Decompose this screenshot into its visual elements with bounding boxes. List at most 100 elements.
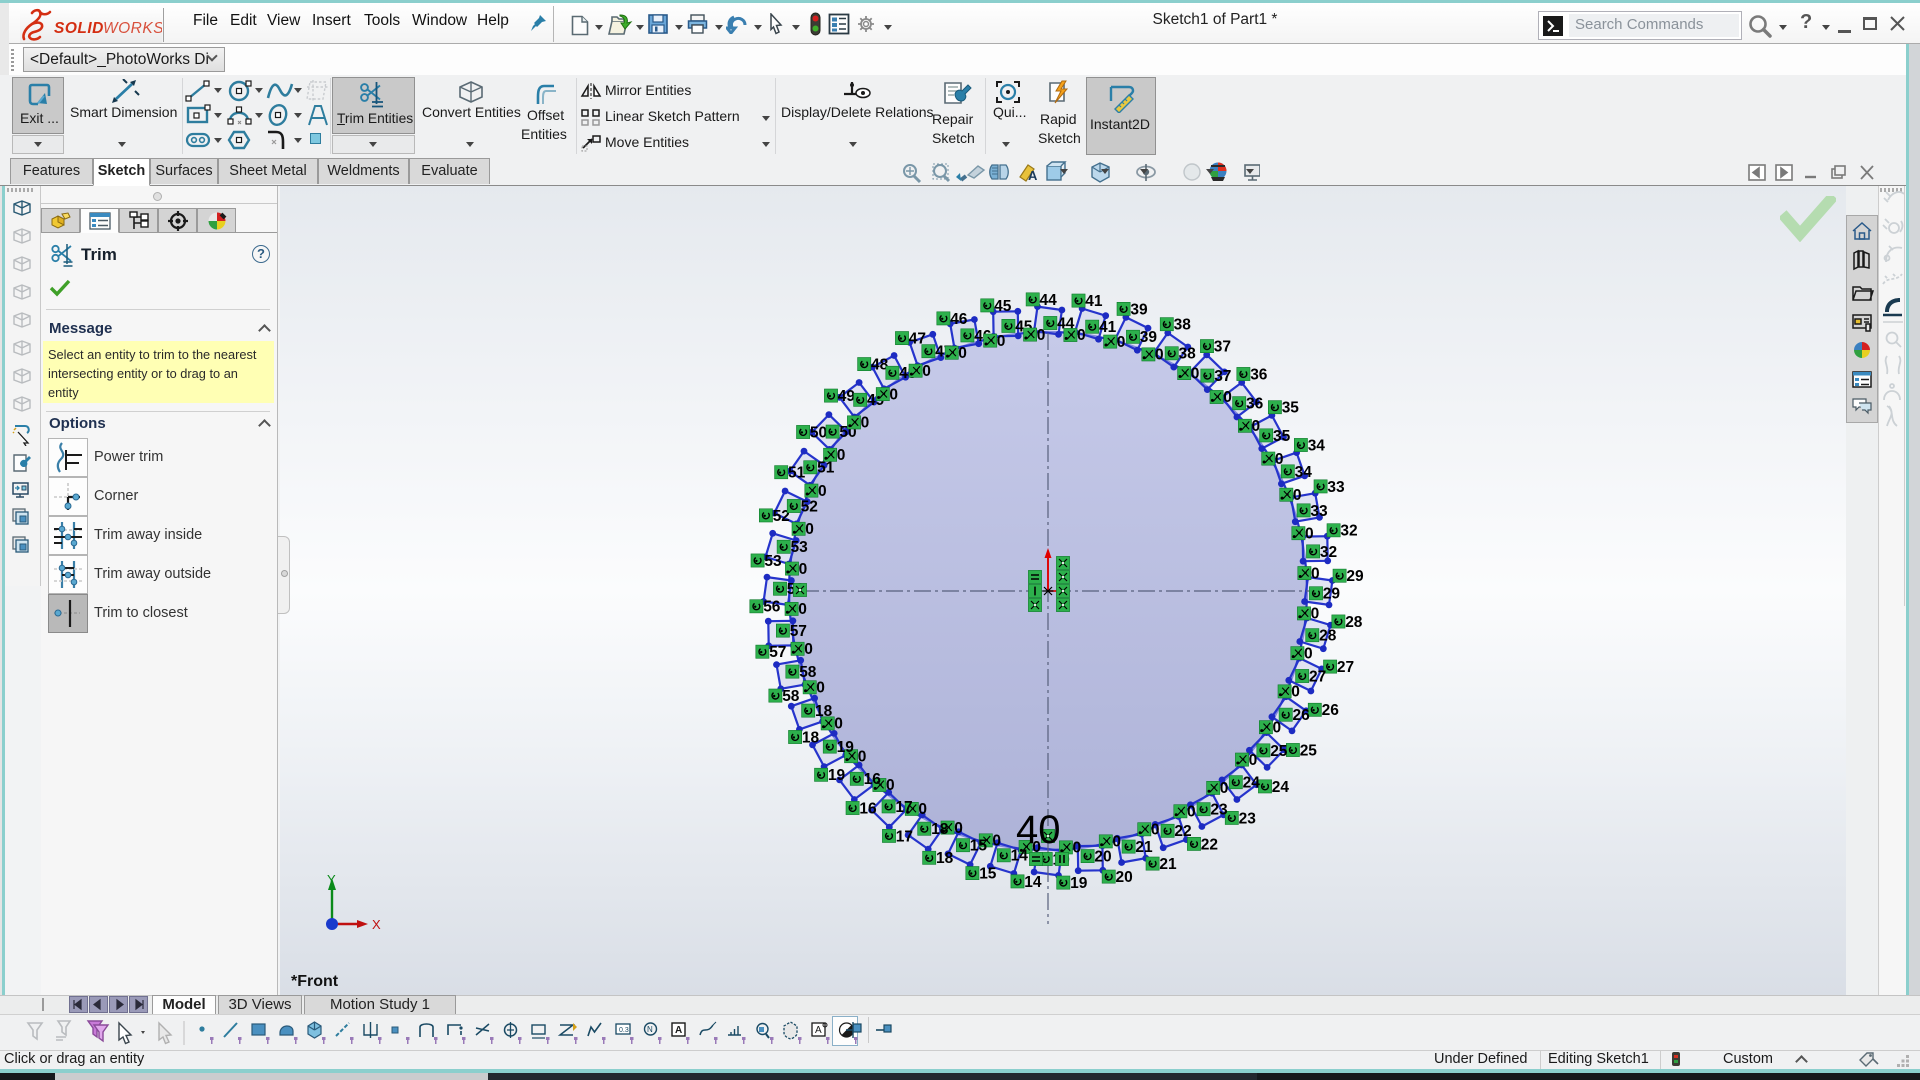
svg-text:0: 0 bbox=[858, 748, 867, 765]
svg-text:26: 26 bbox=[1293, 707, 1311, 724]
svg-text:0: 0 bbox=[1304, 645, 1313, 662]
svg-text:26: 26 bbox=[1322, 702, 1340, 719]
svg-text:0: 0 bbox=[1112, 834, 1121, 851]
svg-text:A: A bbox=[815, 1025, 822, 1036]
svg-text:41: 41 bbox=[1085, 293, 1103, 310]
svg-text:33: 33 bbox=[1310, 503, 1328, 520]
svg-text:14: 14 bbox=[1024, 874, 1042, 891]
svg-text:0: 0 bbox=[1117, 334, 1126, 351]
svg-text:0: 0 bbox=[1155, 347, 1164, 364]
svg-text:52: 52 bbox=[801, 498, 818, 515]
svg-text:58: 58 bbox=[782, 688, 800, 705]
svg-text:22: 22 bbox=[1201, 836, 1218, 853]
svg-text:41: 41 bbox=[1099, 319, 1117, 336]
svg-text:0: 0 bbox=[1305, 525, 1314, 542]
svg-text:19: 19 bbox=[1070, 875, 1088, 892]
svg-text:44: 44 bbox=[1040, 292, 1058, 309]
svg-text:0: 0 bbox=[1311, 565, 1320, 582]
svg-text:0: 0 bbox=[1293, 487, 1302, 504]
svg-text:SOLID: SOLID bbox=[54, 20, 104, 37]
svg-text:0: 0 bbox=[958, 345, 967, 362]
svg-text:46: 46 bbox=[950, 311, 968, 328]
svg-text:0: 0 bbox=[861, 415, 870, 432]
svg-text:27: 27 bbox=[1337, 659, 1354, 676]
svg-text:0: 0 bbox=[1037, 327, 1046, 344]
svg-text:36: 36 bbox=[1246, 396, 1264, 413]
svg-text:N: N bbox=[647, 1025, 653, 1034]
svg-text:23: 23 bbox=[1239, 810, 1257, 827]
svg-text:28: 28 bbox=[1345, 614, 1363, 631]
svg-text:0: 0 bbox=[1311, 606, 1320, 623]
svg-text:32: 32 bbox=[1320, 544, 1337, 561]
svg-text:53: 53 bbox=[791, 539, 809, 556]
svg-text:0: 0 bbox=[798, 601, 807, 618]
svg-text:53: 53 bbox=[764, 553, 782, 570]
svg-text:39: 39 bbox=[1140, 329, 1158, 346]
svg-text:X: X bbox=[372, 917, 381, 932]
svg-text:58: 58 bbox=[799, 664, 817, 681]
svg-text:18: 18 bbox=[936, 850, 954, 867]
svg-text:16: 16 bbox=[864, 771, 882, 788]
svg-text:40: 40 bbox=[1016, 808, 1061, 852]
svg-text:38: 38 bbox=[1174, 317, 1192, 334]
svg-text:0: 0 bbox=[918, 801, 927, 818]
svg-text:21: 21 bbox=[1135, 839, 1153, 856]
svg-text:18: 18 bbox=[931, 821, 949, 838]
svg-text:23: 23 bbox=[1210, 802, 1228, 819]
svg-text:33: 33 bbox=[1327, 479, 1345, 496]
svg-text:24: 24 bbox=[1272, 779, 1290, 796]
svg-text:0: 0 bbox=[805, 521, 814, 538]
svg-text:25: 25 bbox=[1300, 742, 1318, 759]
svg-text:0: 0 bbox=[992, 833, 1001, 850]
svg-text:29: 29 bbox=[1323, 586, 1341, 603]
svg-text:0: 0 bbox=[922, 363, 931, 380]
svg-text:A: A bbox=[1028, 168, 1038, 183]
svg-text:37: 37 bbox=[1214, 368, 1231, 385]
svg-text:0: 0 bbox=[997, 333, 1006, 350]
svg-text:17: 17 bbox=[895, 799, 912, 816]
svg-text:57: 57 bbox=[790, 623, 807, 640]
svg-text:28: 28 bbox=[1319, 628, 1337, 645]
svg-text:0: 0 bbox=[1151, 822, 1160, 839]
svg-text:34: 34 bbox=[1308, 437, 1326, 454]
svg-text:0: 0 bbox=[1249, 752, 1258, 769]
svg-text:0: 0 bbox=[1252, 418, 1261, 435]
svg-text:0: 0 bbox=[1220, 780, 1229, 797]
svg-text:0: 0 bbox=[1077, 327, 1086, 344]
svg-text:20: 20 bbox=[1094, 849, 1111, 866]
svg-text:WORKS: WORKS bbox=[103, 20, 162, 37]
svg-text:37: 37 bbox=[1214, 339, 1231, 356]
svg-text:56: 56 bbox=[763, 599, 781, 616]
svg-text:16: 16 bbox=[859, 800, 877, 817]
svg-text:27: 27 bbox=[1309, 668, 1326, 685]
svg-text:51: 51 bbox=[817, 460, 835, 477]
svg-text:29: 29 bbox=[1346, 568, 1364, 585]
svg-text:25: 25 bbox=[1270, 743, 1288, 760]
svg-text:57: 57 bbox=[769, 644, 786, 661]
svg-text:0: 0 bbox=[799, 561, 808, 578]
svg-text:21: 21 bbox=[1159, 856, 1177, 873]
svg-text:15: 15 bbox=[970, 838, 988, 855]
svg-text:0: 0 bbox=[889, 386, 898, 403]
svg-text:50: 50 bbox=[810, 424, 827, 441]
svg-text:49: 49 bbox=[838, 388, 856, 405]
svg-text:0: 0 bbox=[1073, 840, 1082, 857]
svg-text:0: 0 bbox=[886, 777, 895, 794]
svg-text:0: 0 bbox=[834, 716, 843, 733]
svg-text:0: 0 bbox=[837, 447, 846, 464]
svg-text:39: 39 bbox=[1130, 301, 1148, 318]
svg-text:0: 0 bbox=[1223, 389, 1232, 406]
svg-text:22: 22 bbox=[1174, 823, 1191, 840]
svg-text:19: 19 bbox=[828, 767, 846, 784]
svg-text:35: 35 bbox=[1282, 400, 1300, 417]
svg-text:19: 19 bbox=[837, 739, 855, 756]
svg-text:34: 34 bbox=[1295, 464, 1313, 481]
svg-text:36: 36 bbox=[1250, 366, 1268, 383]
svg-text:Y: Y bbox=[327, 872, 336, 887]
svg-text:0: 0 bbox=[1187, 804, 1196, 821]
svg-text:17: 17 bbox=[896, 828, 913, 845]
svg-text:0: 0 bbox=[1291, 684, 1300, 701]
svg-text:51: 51 bbox=[788, 465, 806, 482]
svg-text:18: 18 bbox=[802, 729, 820, 746]
svg-text:0: 0 bbox=[1191, 365, 1200, 382]
